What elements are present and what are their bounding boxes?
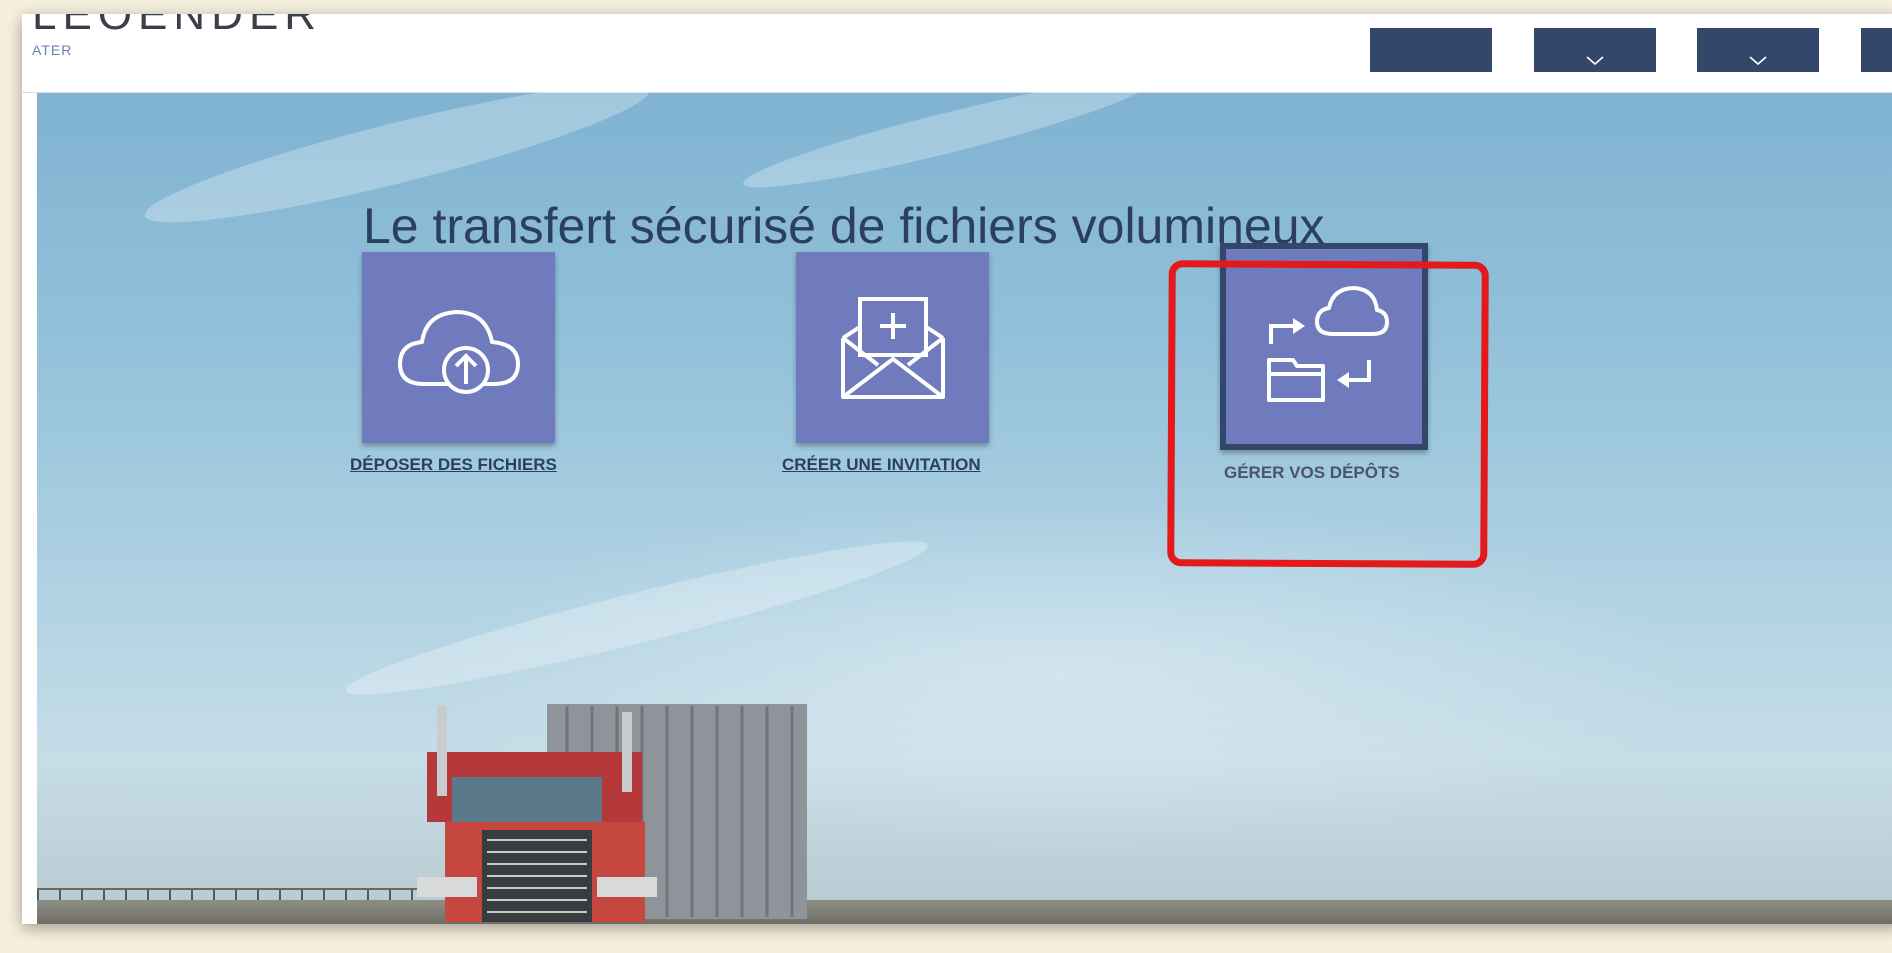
nav-button-2[interactable]: [1534, 28, 1656, 72]
nav-button-4[interactable]: [1861, 28, 1892, 72]
highlight-box: [1167, 260, 1489, 568]
top-bar: LEOENDER ATER: [22, 14, 1892, 93]
screenshot-frame: LEOENDER ATER Le transfert sécurisé de f…: [22, 14, 1892, 924]
logo-subtitle: ATER: [32, 42, 73, 58]
envelope-plus-icon: [840, 296, 945, 399]
page-headline: Le transfert sécurisé de fichiers volumi…: [363, 198, 1325, 254]
chevron-down-icon: [1586, 56, 1604, 66]
nav-button-1[interactable]: [1370, 28, 1492, 72]
nav-button-3[interactable]: [1697, 28, 1819, 72]
upload-files-link[interactable]: DÉPOSER DES FICHIERS: [350, 455, 557, 475]
ground: [37, 900, 1892, 924]
truck-image: [417, 704, 807, 922]
hero-banner: Le transfert sécurisé de fichiers volumi…: [37, 60, 1892, 924]
logo[interactable]: LEOENDER: [32, 14, 322, 40]
chevron-down-icon: [1749, 56, 1767, 66]
cloud-streak: [339, 521, 935, 715]
create-invitation-button[interactable]: [796, 252, 989, 443]
upload-files-button[interactable]: [362, 252, 555, 443]
fence: [37, 888, 417, 900]
create-invitation-link[interactable]: CRÉER UNE INVITATION: [782, 455, 981, 475]
cloud-upload-icon: [397, 309, 520, 394]
